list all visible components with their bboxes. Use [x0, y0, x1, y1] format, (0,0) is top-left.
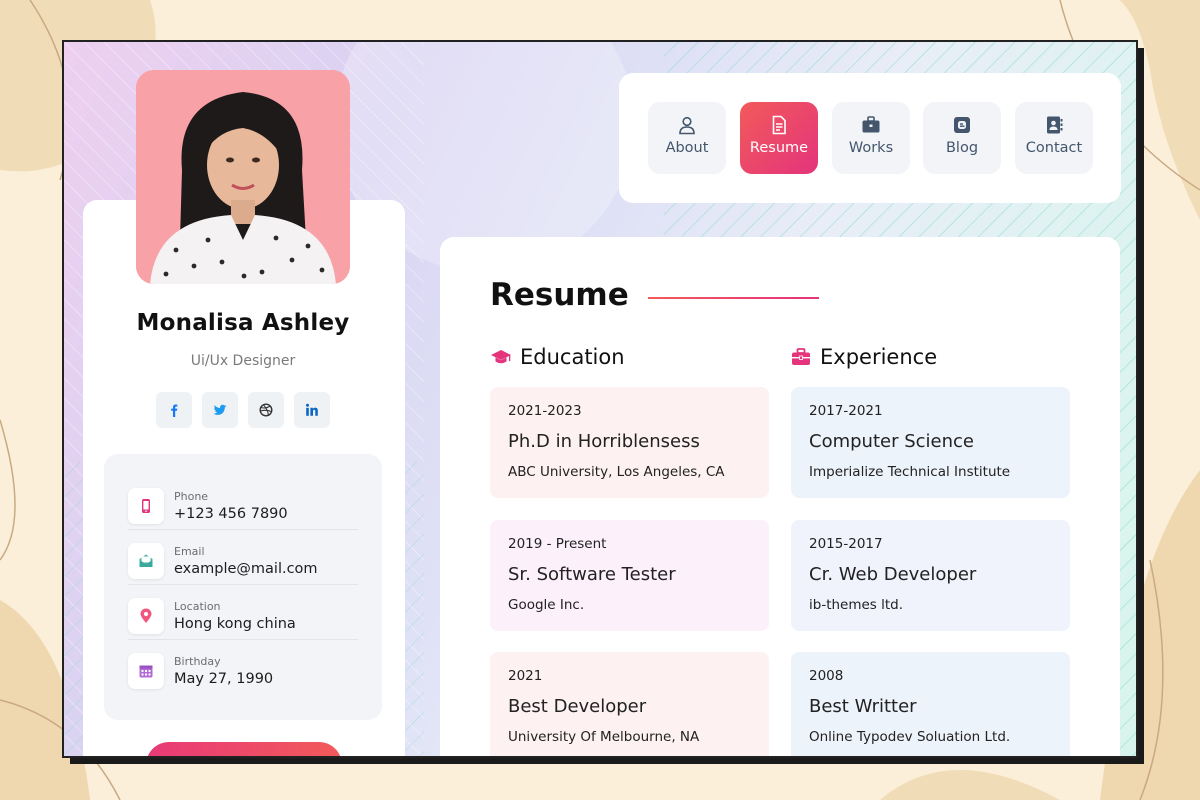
user-icon — [679, 116, 695, 135]
entry-date: 2015-2017 — [809, 536, 883, 552]
page-title: Resume — [490, 277, 629, 313]
entry-subtitle: University Of Melbourne, NA — [508, 729, 700, 745]
info-row-email: Email example@mail.com — [128, 531, 358, 585]
entry-title: Cr. Web Developer — [809, 564, 977, 585]
contact-info-box: Phone +123 456 7890 Email example@mail.c… — [104, 454, 382, 720]
nav-label-contact: Contact — [1025, 140, 1083, 156]
entry-subtitle: ib-themes ltd. — [809, 597, 904, 613]
contact-book-icon — [1047, 116, 1063, 134]
education-entry: 2019 - Present Sr. Software Tester Googl… — [490, 520, 769, 631]
entry-title: Ph.D in Horriblensess — [508, 431, 700, 452]
file-icon — [772, 115, 786, 135]
education-heading-label: Education — [520, 345, 625, 369]
entry-subtitle: ABC University, Los Angeles, CA — [508, 464, 725, 480]
nav-item-works[interactable]: Works — [832, 102, 910, 174]
phone-icon — [128, 488, 164, 524]
mail-icon — [128, 543, 164, 579]
main-nav: About Resume Works Blog Contact — [619, 73, 1121, 203]
info-value-location: Hong kong china — [174, 616, 296, 632]
education-entry: 2021 Best Developer University Of Melbou… — [490, 652, 769, 756]
entry-subtitle: Imperialize Technical Institute — [809, 464, 1011, 480]
experience-entry: 2017-2021 Computer Science Imperialize T… — [791, 387, 1070, 498]
info-label: Location — [174, 600, 221, 613]
experience-entry: 2015-2017 Cr. Web Developer ib-themes lt… — [791, 520, 1070, 631]
linkedin-button[interactable] — [294, 392, 330, 428]
info-row-phone: Phone +123 456 7890 — [128, 476, 358, 530]
experience-heading: Experience — [790, 345, 937, 369]
browser-window: Monalisa Ashley Ui/Ux Designer Phone +12… — [62, 40, 1138, 758]
education-heading: Education — [490, 345, 625, 369]
graduation-cap-icon — [491, 350, 511, 364]
calendar-icon — [128, 653, 164, 689]
info-row-birthday: Birthday May 27, 1990 — [128, 641, 358, 695]
dribbble-icon — [259, 403, 273, 417]
info-value-email: example@mail.com — [174, 561, 318, 577]
info-value-phone: +123 456 7890 — [174, 506, 288, 522]
nav-item-blog[interactable]: Blog — [923, 102, 1001, 174]
nav-label-blog: Blog — [945, 140, 979, 156]
profile-photo — [136, 70, 350, 284]
info-label: Birthday — [174, 655, 221, 668]
experience-entry: 2008 Best Writter Online Typodev Soluati… — [791, 652, 1070, 756]
briefcase-icon — [862, 116, 880, 133]
title-underline — [648, 297, 819, 299]
twitter-button[interactable] — [202, 392, 238, 428]
nav-item-resume[interactable]: Resume — [740, 102, 818, 174]
nav-item-contact[interactable]: Contact — [1015, 102, 1093, 174]
profile-name: Monalisa Ashley — [136, 310, 350, 336]
entry-date: 2021-2023 — [508, 403, 582, 419]
entry-date: 2017-2021 — [809, 403, 883, 419]
experience-heading-label: Experience — [820, 345, 938, 369]
linkedin-icon — [306, 403, 318, 416]
entry-title: Best Developer — [508, 696, 647, 717]
facebook-icon — [171, 404, 178, 417]
entry-subtitle: Google Inc. — [508, 597, 585, 613]
info-row-location: Location Hong kong china — [128, 586, 358, 640]
location-icon — [128, 598, 164, 634]
education-entry: 2021-2023 Ph.D in Horriblensess ABC Univ… — [490, 387, 769, 498]
nav-item-about[interactable]: About — [648, 102, 726, 174]
entry-date: 2021 — [508, 668, 543, 684]
entry-date: 2008 — [809, 668, 844, 684]
entry-date: 2019 - Present — [508, 536, 607, 552]
nav-label-resume: Resume — [749, 140, 809, 156]
info-label: Phone — [174, 490, 209, 503]
nav-label-works: Works — [848, 140, 894, 156]
dribbble-button[interactable] — [248, 392, 284, 428]
entry-title: Computer Science — [809, 431, 974, 452]
entry-title: Best Writter — [809, 696, 917, 717]
briefcase-icon — [792, 348, 810, 365]
info-label: Email — [174, 545, 205, 558]
social-links — [156, 392, 330, 428]
entry-title: Sr. Software Tester — [508, 564, 676, 585]
download-cv-button[interactable] — [146, 742, 342, 756]
profile-role: Ui/Ux Designer — [190, 353, 296, 369]
nav-label-about: About — [665, 140, 709, 156]
facebook-button[interactable] — [156, 392, 192, 428]
resume-content: Resume Education Experience 2021-2023 Ph… — [440, 237, 1120, 756]
blog-icon — [954, 117, 970, 133]
info-value-birthday: May 27, 1990 — [174, 671, 274, 687]
entry-subtitle: Online Typodev Soluation Ltd. — [809, 729, 1011, 745]
twitter-icon — [213, 404, 227, 415]
